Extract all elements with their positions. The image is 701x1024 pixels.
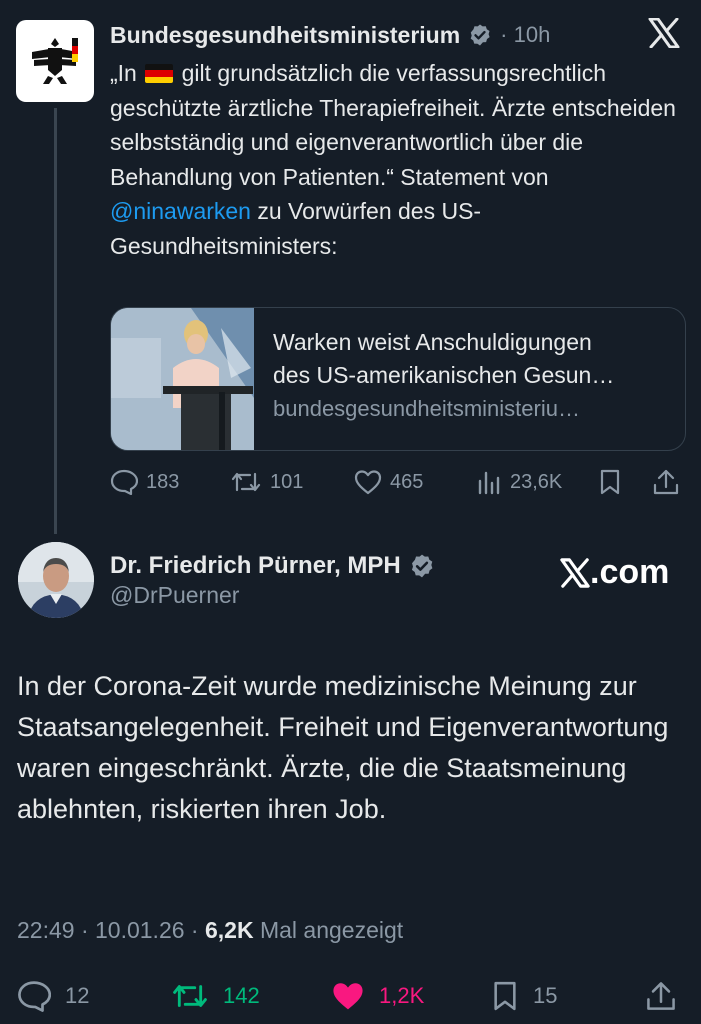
reply-icon xyxy=(110,469,138,495)
repost-icon xyxy=(173,985,207,1007)
germany-flag-icon xyxy=(145,64,174,83)
link-preview-domain: bundesgesundheitsministeriu… xyxy=(273,396,580,421)
link-preview-image xyxy=(111,308,254,450)
like-count: 1,2K xyxy=(379,983,425,1008)
link-preview-card[interactable]: Warken weist Anschuldigungen des US-amer… xyxy=(110,307,686,451)
author-name[interactable]: Dr. Friedrich Pürner, MPH xyxy=(110,552,401,580)
reply-button[interactable]: 12 xyxy=(17,976,89,1016)
tweet-timestamp[interactable]: 22:49 · 10.01.26 · xyxy=(17,917,205,943)
bookmark-button[interactable] xyxy=(598,464,622,500)
quoted-text-part-a: „In xyxy=(110,60,137,86)
eagle-logo-icon xyxy=(32,38,78,84)
bookmark-icon xyxy=(600,469,620,495)
bookmark-count: 15 xyxy=(533,983,558,1008)
repost-count: 142 xyxy=(223,983,260,1008)
repost-button[interactable]: 101 xyxy=(230,464,303,500)
repost-button[interactable]: 142 xyxy=(171,976,260,1016)
main-action-bar: 12 142 1,2K 15 xyxy=(17,976,687,1016)
x-logo-icon xyxy=(560,557,590,588)
quoted-timestamp[interactable]: · 10h xyxy=(500,22,550,48)
like-icon xyxy=(354,470,382,495)
x-com-watermark: .com xyxy=(560,553,669,592)
quoted-text-part-b: gilt grundsätzlich die verfassungsrechtl… xyxy=(110,60,676,190)
thread-connector xyxy=(54,108,57,534)
repost-icon xyxy=(231,472,261,492)
share-button[interactable] xyxy=(652,464,680,500)
repost-count: 101 xyxy=(270,470,304,493)
view-count: 23,6K xyxy=(510,470,563,493)
author-handle[interactable]: @DrPuerner xyxy=(110,582,239,609)
share-icon xyxy=(653,469,679,495)
share-button[interactable] xyxy=(645,976,677,1016)
like-button[interactable]: 465 xyxy=(354,464,423,500)
watermark-text: .com xyxy=(590,553,670,591)
views-icon xyxy=(478,471,500,495)
mention-link[interactable]: @ninawarken xyxy=(110,198,251,224)
bookmark-icon xyxy=(494,981,516,1011)
bookmark-button[interactable]: 15 xyxy=(491,976,557,1016)
like-button[interactable]: 1,2K xyxy=(331,976,424,1016)
view-count-bold: 6,2K xyxy=(204,917,254,943)
reply-button[interactable]: 183 xyxy=(110,464,179,500)
x-logo-icon[interactable] xyxy=(648,17,680,53)
views-label: Mal angezeigt xyxy=(253,917,404,943)
quoted-action-bar: 183 101 465 23,6K xyxy=(110,464,685,500)
link-preview-title: Warken weist Anschuldigungen des US-amer… xyxy=(273,326,673,392)
quoted-tweet-text: „In gilt grundsätzlich die verfassungsre… xyxy=(110,56,685,263)
share-icon xyxy=(647,982,675,1010)
quoted-author-name[interactable]: Bundesgesundheitsministerium xyxy=(110,22,460,49)
tweet-text: In der Corona-Zeit wurde medizinische Me… xyxy=(17,671,669,824)
verified-icon xyxy=(468,23,492,47)
reply-icon xyxy=(18,981,51,1012)
link-title-line-1: Warken weist Anschuldigungen xyxy=(273,329,592,355)
views-button[interactable]: 23,6K xyxy=(476,464,562,500)
reply-count: 183 xyxy=(146,470,180,493)
ministry-avatar[interactable] xyxy=(16,20,94,102)
like-count: 465 xyxy=(390,470,424,493)
quoted-header: Bundesgesundheitsministerium · 10h xyxy=(110,16,550,54)
author-header: Dr. Friedrich Pürner, MPH xyxy=(110,552,435,580)
avatar[interactable] xyxy=(18,542,94,618)
link-title-line-2: des US-amerikanischen Gesun… xyxy=(273,362,615,388)
reply-count: 12 xyxy=(65,983,90,1008)
tweet-meta: 22:49 · 10.01.26 · 6,2K Mal angezeigt xyxy=(17,917,403,944)
like-icon xyxy=(333,983,363,1010)
verified-icon xyxy=(409,553,435,579)
